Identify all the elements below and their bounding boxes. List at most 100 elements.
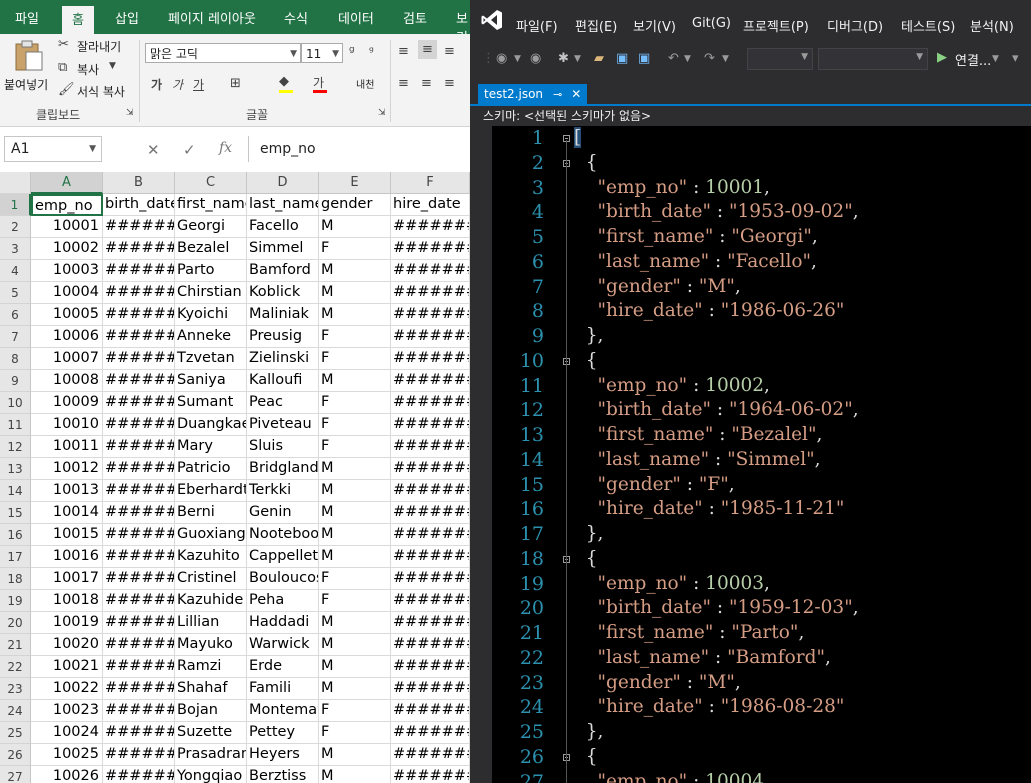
cell[interactable]: M: [319, 612, 391, 634]
cell[interactable]: Guoxiang: [175, 524, 247, 546]
tab-formulas[interactable]: 수식: [284, 8, 308, 27]
row-header[interactable]: 11: [0, 414, 31, 436]
cell[interactable]: 10004: [31, 282, 103, 304]
tab-review[interactable]: 검토: [403, 8, 427, 27]
cell[interactable]: Peac: [247, 392, 319, 414]
cancel-icon[interactable]: ✕: [147, 141, 160, 159]
cell[interactable]: birth_date: [103, 194, 175, 216]
row-header[interactable]: 27: [0, 766, 31, 783]
cell[interactable]: Preusig: [247, 326, 319, 348]
cell[interactable]: #######: [103, 502, 175, 524]
copy-dropdown-icon[interactable]: ▼: [109, 61, 116, 71]
cell[interactable]: 10019: [31, 612, 103, 634]
row-header[interactable]: 19: [0, 590, 31, 612]
cell[interactable]: #######: [391, 744, 470, 766]
row-header[interactable]: 2: [0, 216, 31, 238]
cell[interactable]: 10001: [31, 216, 103, 238]
cell[interactable]: Kazuhide: [175, 590, 247, 612]
cell[interactable]: F: [319, 414, 391, 436]
save-icon[interactable]: ▣: [616, 51, 628, 66]
cell[interactable]: 10012: [31, 458, 103, 480]
cell[interactable]: #######: [103, 436, 175, 458]
format-painter-label[interactable]: 서식 복사: [77, 83, 125, 100]
cell[interactable]: F: [319, 568, 391, 590]
cell[interactable]: #######: [391, 282, 470, 304]
cell[interactable]: 10016: [31, 546, 103, 568]
cell[interactable]: 10007: [31, 348, 103, 370]
cell[interactable]: Zielinski: [247, 348, 319, 370]
cell[interactable]: emp_no: [31, 194, 103, 216]
cell[interactable]: 10013: [31, 480, 103, 502]
menu-project[interactable]: 프로젝트(P): [743, 16, 809, 35]
align-middle-icon[interactable]: ≡: [418, 40, 437, 59]
shrink-font-icon[interactable]: ᵍ: [369, 44, 374, 58]
code-line[interactable]: {: [574, 745, 598, 770]
cell[interactable]: Bridgland: [247, 458, 319, 480]
align-top-icon[interactable]: ≡: [398, 44, 409, 59]
cell[interactable]: Yongqiao: [175, 766, 247, 783]
cell[interactable]: Erde: [247, 656, 319, 678]
cell[interactable]: #######: [103, 348, 175, 370]
cell[interactable]: last_name: [247, 194, 319, 216]
cell[interactable]: Lillian: [175, 612, 247, 634]
code-line[interactable]: },: [574, 324, 604, 349]
code-line[interactable]: "first_name" : "Georgi",: [574, 225, 818, 250]
cell[interactable]: 10015: [31, 524, 103, 546]
cell[interactable]: Peha: [247, 590, 319, 612]
cell[interactable]: #######: [391, 722, 470, 744]
cell[interactable]: Piveteau: [247, 414, 319, 436]
cell[interactable]: Famili: [247, 678, 319, 700]
code-editor[interactable]: 1 [2 {3 "emp_no" : 10001, 4 "birth_date" :…: [492, 126, 1031, 783]
tab-data[interactable]: 데이터: [338, 8, 374, 27]
code-line[interactable]: "gender" : "M",: [574, 671, 741, 696]
cell[interactable]: first_name: [175, 194, 247, 216]
column-header-e[interactable]: E: [319, 172, 391, 194]
menu-analyze[interactable]: 분석(N): [970, 16, 1014, 35]
cell[interactable]: 10014: [31, 502, 103, 524]
tab-page-layout[interactable]: 페이지 레이아웃: [168, 8, 256, 27]
cell[interactable]: Warwick: [247, 634, 319, 656]
code-line[interactable]: "hire_date" : "1986-08-28": [574, 695, 845, 720]
cell[interactable]: Haddadi: [247, 612, 319, 634]
cell[interactable]: Berztiss: [247, 766, 319, 783]
cell[interactable]: #######: [391, 392, 470, 414]
cell[interactable]: #######: [391, 370, 470, 392]
cell[interactable]: hire_date: [391, 194, 470, 216]
cell[interactable]: Chirstian: [175, 282, 247, 304]
cell[interactable]: #######: [103, 282, 175, 304]
code-line[interactable]: "birth_date" : "1953-09-02",: [574, 200, 859, 225]
cell[interactable]: F: [319, 590, 391, 612]
paste-button[interactable]: 붙여넣기: [4, 38, 48, 100]
cell[interactable]: M: [319, 634, 391, 656]
cell[interactable]: #######: [391, 524, 470, 546]
cell[interactable]: Bouloucos: [247, 568, 319, 590]
cell[interactable]: M: [319, 458, 391, 480]
cell[interactable]: Sumant: [175, 392, 247, 414]
cell[interactable]: #######: [391, 216, 470, 238]
cell[interactable]: #######: [103, 678, 175, 700]
font-color-icon[interactable]: 가: [313, 74, 324, 91]
redo-icon[interactable]: ↷: [704, 51, 715, 66]
code-line[interactable]: "emp_no" : 10001,: [574, 176, 770, 201]
cell[interactable]: F: [319, 392, 391, 414]
code-line[interactable]: "hire_date" : "1986-06-26": [574, 299, 845, 324]
cell[interactable]: #######: [103, 700, 175, 722]
cell[interactable]: #######: [103, 744, 175, 766]
row-header[interactable]: 16: [0, 524, 31, 546]
cell[interactable]: #######: [103, 260, 175, 282]
cell[interactable]: #######: [391, 590, 470, 612]
code-line[interactable]: "birth_date" : "1959-12-03",: [574, 596, 859, 621]
code-line[interactable]: "last_name" : "Simmel",: [574, 448, 821, 473]
menu-edit[interactable]: 편집(E): [575, 16, 617, 35]
close-icon[interactable]: ✕: [571, 87, 581, 101]
cell[interactable]: M: [319, 546, 391, 568]
menu-file[interactable]: 파일(F): [516, 16, 558, 35]
undo-icon[interactable]: ↶: [668, 51, 679, 66]
row-header[interactable]: 25: [0, 722, 31, 744]
column-header-f[interactable]: F: [391, 172, 470, 194]
cell[interactable]: #######: [391, 766, 470, 783]
row-header[interactable]: 21: [0, 634, 31, 656]
code-line[interactable]: },: [574, 522, 604, 547]
underline-icon[interactable]: 가: [193, 76, 204, 93]
tab-home[interactable]: 홈: [62, 6, 94, 36]
